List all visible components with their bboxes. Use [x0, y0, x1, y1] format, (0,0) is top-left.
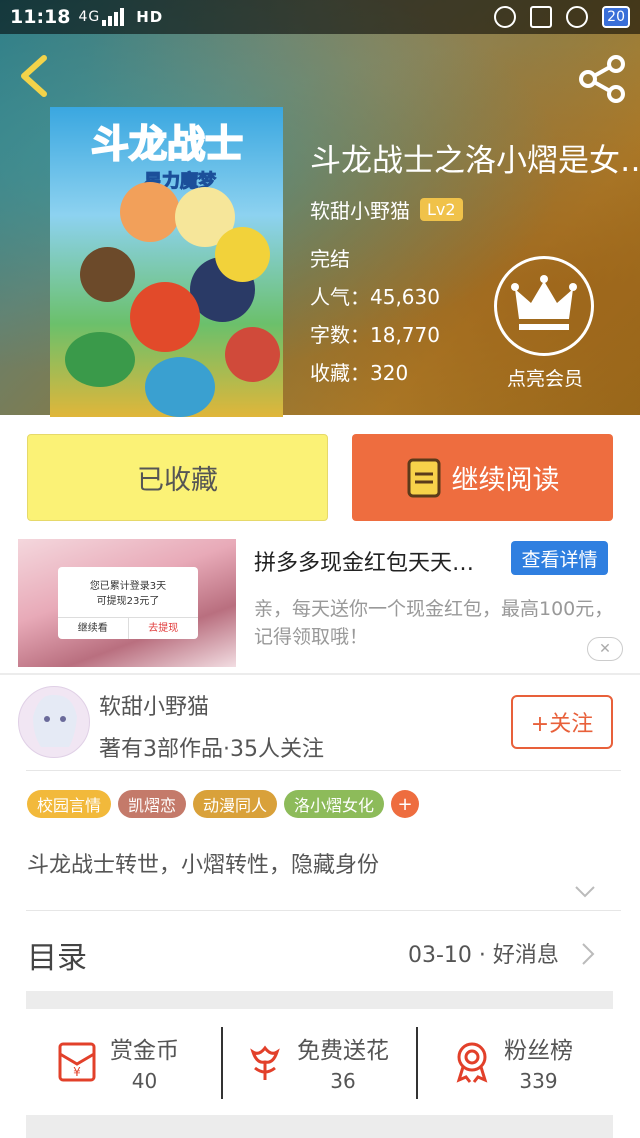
vip-button[interactable]	[494, 256, 594, 356]
crown-icon	[511, 275, 577, 330]
section-spacer	[26, 1115, 613, 1138]
book-icon	[407, 458, 440, 497]
author-level-badge: Lv2	[420, 198, 463, 221]
popularity-label: 人气：	[310, 285, 370, 309]
book-synopsis[interactable]: 斗龙战士转世，小熠转性，隐藏身份	[27, 847, 379, 879]
cover-dragon	[225, 327, 280, 382]
ad-dialog-line1: 您已累计登录3天	[89, 581, 167, 592]
svg-text:¥: ¥	[73, 1065, 81, 1079]
tag-item[interactable]: 校园言情	[27, 790, 112, 818]
chevron-right-icon[interactable]	[580, 942, 596, 966]
red-envelope-icon: ¥	[58, 1042, 96, 1082]
hd-indicator: HD	[136, 8, 164, 26]
toc-latest-update[interactable]: 03-10 · 好消息	[408, 937, 559, 969]
divider	[416, 1027, 418, 1099]
vip-label[interactable]: 点亮会员	[493, 364, 597, 391]
medal-icon	[456, 1042, 488, 1083]
back-arrow-icon[interactable]	[14, 52, 58, 100]
book-author[interactable]: 软甜小野猫	[310, 195, 410, 224]
vibrate-icon	[530, 6, 553, 28]
section-spacer	[26, 991, 613, 1009]
divider	[221, 1027, 223, 1099]
follow-button[interactable]: +关注	[511, 695, 613, 749]
ad-dialog-continue: 继续看	[58, 618, 129, 639]
ad-dialog-withdraw: 去提现	[148, 623, 179, 634]
tag-item[interactable]: 凯熠恋	[118, 790, 187, 818]
book-author-row[interactable]: 软甜小野猫 Lv2	[310, 195, 463, 224]
cover-logo: 斗龙战士 星力魔梦	[90, 121, 244, 193]
fan-ranking[interactable]: 粉丝榜 339	[450, 1027, 573, 1097]
favorites-value: 320	[370, 361, 409, 385]
cover-character	[215, 227, 270, 282]
favorites-label: 收藏：	[310, 361, 370, 385]
book-status: 完结	[310, 247, 350, 271]
cloud-icon	[494, 6, 517, 28]
fan-ranking-label: 粉丝榜	[504, 1038, 573, 1064]
flower-icon	[250, 1045, 280, 1080]
ad-image-dialog: 您已累计登录3天 可提现23元了 继续看 去提现	[58, 567, 198, 639]
word-count-value: 18,770	[370, 323, 440, 347]
favorited-label: 已收藏	[137, 465, 218, 496]
send-flowers[interactable]: 免费送花 36	[243, 1027, 389, 1097]
continue-reading-label: 继续阅读	[451, 465, 560, 496]
toc-label[interactable]: 目录	[27, 933, 87, 977]
book-favorites: 收藏：320	[310, 357, 408, 386]
cover-dragon	[65, 332, 135, 387]
battery-indicator: 20	[602, 6, 630, 28]
cover-character	[120, 182, 180, 242]
reward-coins[interactable]: ¥ 赏金币 40	[56, 1027, 179, 1097]
favorited-button[interactable]: 已收藏	[27, 434, 328, 521]
ad-close-button[interactable]: ✕	[587, 637, 623, 661]
continue-reading-button[interactable]: 继续阅读	[352, 434, 613, 521]
book-detail-body: 已收藏 继续阅读 您已累计登录3天 可提现23元了 继续看 去提现 拼多多现金红…	[0, 415, 640, 1138]
author-avatar[interactable]	[18, 686, 90, 758]
tag-item[interactable]: 动漫同人	[193, 790, 278, 818]
ad-details-label: 查看详情	[521, 548, 598, 571]
reward-coins-label: 赏金币	[110, 1038, 179, 1064]
divider	[26, 770, 621, 771]
tag-item[interactable]: 洛小熠女化	[284, 790, 385, 818]
fan-ranking-value: 339	[519, 1069, 558, 1093]
ad-image[interactable]: 您已累计登录3天 可提现23元了 继续看 去提现	[18, 539, 236, 667]
status-bar: 11:18 4G HD 20	[0, 0, 640, 34]
cover-character	[130, 282, 200, 352]
signal-indicator: 4G	[78, 9, 101, 25]
ad-description[interactable]: 亲，每天送你一个现金红包，最高100元，记得领取哦！	[254, 595, 614, 651]
ad-title[interactable]: 拼多多现金红包天天…	[254, 545, 509, 577]
signal-bars-icon	[102, 8, 125, 26]
share-icon[interactable]	[578, 54, 628, 104]
author-name[interactable]: 软甜小野猫	[99, 689, 209, 721]
tag-list: 校园言情 凯熠恋 动漫同人 洛小熠女化 +	[27, 790, 420, 818]
svg-text:斗龙战士: 斗龙战士	[91, 122, 243, 166]
book-word-count: 字数：18,770	[310, 319, 440, 348]
ad-details-button[interactable]: 查看详情	[511, 541, 608, 575]
popularity-value: 45,630	[370, 285, 440, 309]
ad-dialog-line2: 可提现23元了	[96, 596, 160, 607]
chevron-down-icon[interactable]	[574, 885, 596, 899]
close-icon: ✕	[599, 641, 611, 657]
follow-label: +关注	[530, 712, 594, 737]
author-meta: 著有3部作品·35人关注	[99, 737, 324, 762]
send-flowers-label: 免费送花	[297, 1038, 389, 1064]
avatar-illustration	[33, 694, 77, 747]
cover-dragon	[145, 357, 215, 417]
book-cover[interactable]: 斗龙战士 星力魔梦	[50, 107, 283, 417]
book-popularity: 人气：45,630	[310, 281, 440, 310]
word-count-label: 字数：	[310, 323, 370, 347]
lock-rotation-icon	[566, 6, 589, 28]
book-title: 斗龙战士之洛小熠是女…	[310, 143, 640, 179]
reward-coins-value: 40	[131, 1069, 158, 1093]
status-time: 11:18	[10, 6, 71, 28]
add-tag-button[interactable]: +	[391, 790, 420, 818]
divider	[0, 673, 640, 675]
send-flowers-value: 36	[330, 1069, 356, 1093]
cover-character	[80, 247, 135, 302]
divider	[26, 910, 621, 911]
